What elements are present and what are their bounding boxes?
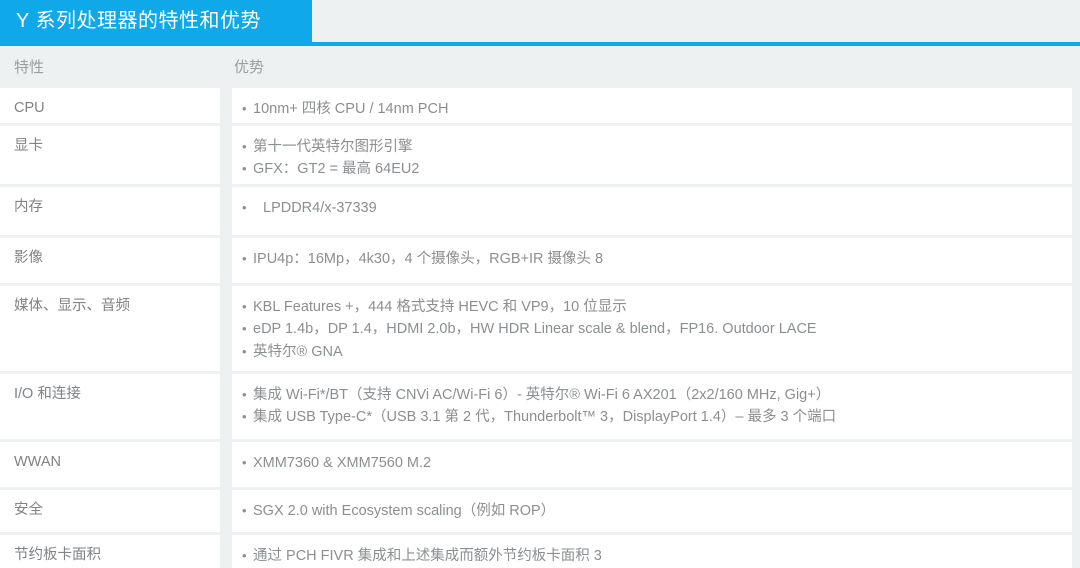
feature-label: 媒体、显示、音频	[14, 298, 130, 314]
benefit-bullet: • 英特尔® GNA	[242, 341, 1062, 363]
bullet-dot-icon: •	[242, 101, 247, 116]
column-gap	[220, 535, 232, 568]
feature-label: WWAN	[14, 454, 61, 470]
column-gap	[220, 238, 232, 283]
column-gap	[220, 286, 232, 371]
bullet-text: SGX 2.0 with Ecosystem scaling（例如 ROP）	[253, 503, 556, 519]
bullet-dot-icon: •	[242, 299, 247, 314]
feature-cell: 节约板卡面积	[0, 535, 220, 568]
bullet-dot-icon: •	[242, 139, 247, 154]
table-row: 媒体、显示、音频 • KBL Features +，444 格式支持 HEVC 和 …	[0, 286, 1080, 371]
bullet-text: eDP 1.4b，DP 1.4，HDMI 2.0b，HW HDR Linear …	[253, 321, 817, 338]
bullet-text: IPU4p：16Mp，4k30，4 个摄像头，RGB+IR 摄像头 8	[253, 251, 604, 267]
feature-label: 安全	[14, 502, 43, 518]
title-bar: Y 系列处理器的特性和优势	[0, 0, 1080, 46]
column-gap	[220, 88, 232, 123]
feature-label: 内存	[14, 199, 43, 215]
table-body: CPU • 10nm+ 四核 CPU / 14nm PCH 显卡 • 第十一代英特尔图形引…	[0, 88, 1080, 568]
benefit-cell: • SGX 2.0 with Ecosystem scaling（例如 ROP）	[232, 490, 1072, 532]
column-gap	[220, 490, 232, 532]
bullet-dot-icon: •	[242, 387, 247, 402]
feature-label: 显卡	[14, 138, 43, 154]
column-gap	[220, 187, 232, 235]
benefit-bullet: • IPU4p：16Mp，4k30，4 个摄像头，RGB+IR 摄像头 8	[242, 248, 1062, 270]
column-gap	[220, 442, 232, 487]
bullet-dot-icon: •	[242, 321, 247, 337]
column-gap	[220, 374, 232, 439]
bullet-text: 集成 USB Type-C*（USB 3.1 第 2 代，Thunderbolt…	[253, 409, 837, 426]
table-row: 影像 • IPU4p：16Mp，4k30，4 个摄像头，RGB+IR 摄像头 8	[0, 238, 1080, 283]
table-row: 节约板卡面积 • 通过 PCH FIVR 集成和上述集成而额外节约板卡面积 3	[0, 535, 1080, 568]
table-row: CPU • 10nm+ 四核 CPU / 14nm PCH	[0, 88, 1080, 123]
bullet-text: 通过 PCH FIVR 集成和上述集成而额外节约板卡面积 3	[253, 548, 602, 564]
bullet-text: 集成 Wi-Fi*/BT（支持 CNVi AC/Wi-Fi 6）- 英特尔® W…	[253, 387, 831, 403]
table-header-row: 特性 优势	[0, 46, 1080, 88]
benefit-bullet: • 集成 Wi-Fi*/BT（支持 CNVi AC/Wi-Fi 6）- 英特尔® …	[242, 384, 1062, 406]
table-row: 内存 • LPDDR4/x-37339	[0, 187, 1080, 235]
bullet-dot-icon: •	[242, 409, 247, 425]
feature-cell: CPU	[0, 88, 220, 123]
features-table: 特性 优势 CPU • 10nm+ 四核 CPU / 14nm PCH 显卡 • 第十一代…	[0, 46, 1080, 568]
table-row: WWAN • XMM7360 & XMM7560 M.2	[0, 442, 1080, 487]
bullet-dot-icon: •	[242, 548, 247, 563]
bullet-dot-icon: •	[242, 455, 247, 470]
column-header-feature: 特性	[14, 58, 45, 76]
benefit-bullet: • eDP 1.4b，DP 1.4，HDMI 2.0b，HW HDR Linear…	[242, 318, 1062, 340]
bullet-dot-icon: •	[242, 503, 247, 518]
table-row: 安全 • SGX 2.0 with Ecosystem scaling（例如 ROP…	[0, 490, 1080, 532]
benefit-cell: • IPU4p：16Mp，4k30，4 个摄像头，RGB+IR 摄像头 8	[232, 238, 1072, 283]
benefit-bullet: • 通过 PCH FIVR 集成和上述集成而额外节约板卡面积 3	[242, 545, 1062, 567]
benefit-bullet: • LPDDR4/x-37339	[242, 197, 1062, 219]
benefit-bullet: • SGX 2.0 with Ecosystem scaling（例如 ROP）	[242, 500, 1062, 522]
feature-cell: 媒体、显示、音频	[0, 286, 220, 371]
column-header-benefit: 优势	[234, 58, 265, 76]
benefit-bullet: • XMM7360 & XMM7560 M.2	[242, 452, 1062, 474]
page-title: Y 系列处理器的特性和优势	[16, 10, 262, 32]
feature-cell: 显卡	[0, 126, 220, 184]
benefit-bullet: • 集成 USB Type-C*（USB 3.1 第 2 代，Thunderbol…	[242, 406, 1062, 428]
feature-cell: 影像	[0, 238, 220, 283]
benefit-bullet: • 10nm+ 四核 CPU / 14nm PCH	[242, 98, 1062, 120]
benefit-cell: • KBL Features +，444 格式支持 HEVC 和 VP9，10 位…	[232, 286, 1072, 371]
bullet-text: XMM7360 & XMM7560 M.2	[253, 455, 432, 471]
bullet-dot-icon: •	[242, 200, 247, 215]
bullet-dot-icon: •	[242, 161, 247, 177]
benefit-cell: • 通过 PCH FIVR 集成和上述集成而额外节约板卡面积 3	[232, 535, 1072, 568]
feature-label: I/O 和连接	[14, 386, 81, 402]
feature-cell: 安全	[0, 490, 220, 532]
bullet-dot-icon: •	[242, 343, 247, 359]
bullet-text: KBL Features +，444 格式支持 HEVC 和 VP9，10 位显…	[253, 299, 627, 315]
feature-label: 节约板卡面积	[14, 547, 101, 563]
feature-cell: 内存	[0, 187, 220, 235]
bullet-text: 第十一代英特尔图形引擎	[253, 139, 413, 155]
bullet-text: 英特尔® GNA	[253, 343, 343, 360]
benefit-cell: • XMM7360 & XMM7560 M.2	[232, 442, 1072, 487]
benefit-bullet: • GFX：GT2 = 最高 64EU2	[242, 158, 1062, 180]
bullet-text: GFX：GT2 = 最高 64EU2	[253, 161, 420, 178]
benefit-cell: • 第十一代英特尔图形引擎 • GFX：GT2 = 最高 64EU2	[232, 126, 1072, 184]
benefit-cell: • 10nm+ 四核 CPU / 14nm PCH	[232, 88, 1072, 123]
table-row: 显卡 • 第十一代英特尔图形引擎 • GFX：GT2 = 最高 64EU2	[0, 126, 1080, 184]
feature-label: 影像	[14, 250, 43, 266]
column-gap	[220, 126, 232, 184]
slide-page: Y 系列处理器的特性和优势 特性 优势 CPU • 10nm+ 四核 CPU / 1…	[0, 0, 1080, 568]
benefit-bullet: • KBL Features +，444 格式支持 HEVC 和 VP9，10 位…	[242, 296, 1062, 318]
benefit-bullet: • 第十一代英特尔图形引擎	[242, 136, 1062, 158]
bullet-dot-icon: •	[242, 251, 247, 266]
bullet-text: 10nm+ 四核 CPU / 14nm PCH	[253, 101, 449, 117]
benefit-cell: • 集成 Wi-Fi*/BT（支持 CNVi AC/Wi-Fi 6）- 英特尔® …	[232, 374, 1072, 439]
feature-label: CPU	[14, 100, 45, 116]
feature-cell: WWAN	[0, 442, 220, 487]
title-banner: Y 系列处理器的特性和优势	[0, 0, 312, 42]
bullet-text: LPDDR4/x-37339	[263, 200, 377, 216]
benefit-cell: • LPDDR4/x-37339	[232, 187, 1072, 235]
table-row: I/O 和连接 • 集成 Wi-Fi*/BT（支持 CNVi AC/Wi-Fi 6）…	[0, 374, 1080, 439]
feature-cell: I/O 和连接	[0, 374, 220, 439]
